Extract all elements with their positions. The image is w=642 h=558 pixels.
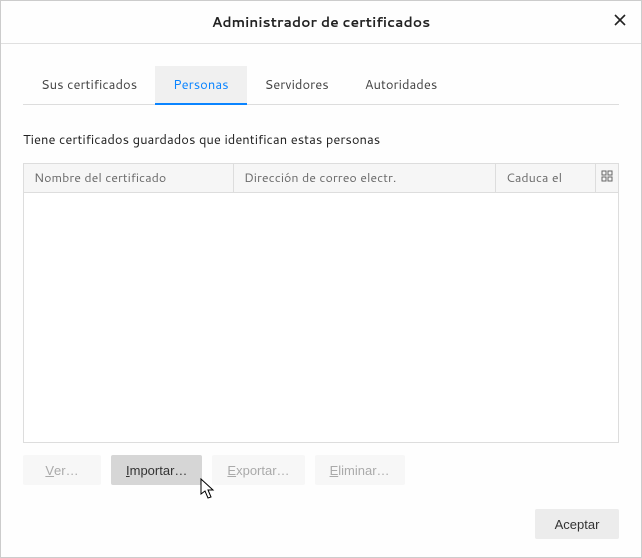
column-expires[interactable]: Caduca el xyxy=(496,164,596,192)
table-body-empty xyxy=(24,193,618,442)
content-area: Sus certificados Personas Servidores Aut… xyxy=(1,44,641,495)
column-picker-button[interactable] xyxy=(596,164,618,192)
tab-bar: Sus certificados Personas Servidores Aut… xyxy=(23,66,619,105)
tab-your-certificates[interactable]: Sus certificados xyxy=(23,66,155,104)
view-button[interactable]: Ver… xyxy=(23,455,101,485)
column-email-address[interactable]: Dirección de correo electr. xyxy=(234,164,496,192)
close-icon xyxy=(614,13,626,31)
titlebar: Administrador de certificados xyxy=(1,1,641,44)
close-button[interactable] xyxy=(605,7,635,37)
accept-button[interactable]: Aceptar xyxy=(535,509,619,539)
tab-authorities[interactable]: Autoridades xyxy=(347,66,456,104)
certificate-manager-window: Administrador de certificados Sus certif… xyxy=(0,0,642,558)
window-title: Administrador de certificados xyxy=(212,12,430,32)
column-certificate-name[interactable]: Nombre del certificado xyxy=(24,164,234,192)
dialog-footer: Aceptar xyxy=(1,495,641,557)
import-button[interactable]: Importar… xyxy=(111,455,202,485)
tab-servers[interactable]: Servidores xyxy=(247,66,347,104)
tab-people[interactable]: Personas xyxy=(155,66,246,104)
delete-button[interactable]: Eliminar… xyxy=(315,455,405,485)
column-picker-icon xyxy=(601,169,613,187)
certificates-table: Nombre del certificado Dirección de corr… xyxy=(23,163,619,443)
action-buttons: Ver… Importar… Exportar… Eliminar… xyxy=(23,455,619,485)
table-header: Nombre del certificado Dirección de corr… xyxy=(24,164,618,193)
export-button[interactable]: Exportar… xyxy=(212,455,304,485)
tab-description: Tiene certificados guardados que identif… xyxy=(23,131,619,149)
